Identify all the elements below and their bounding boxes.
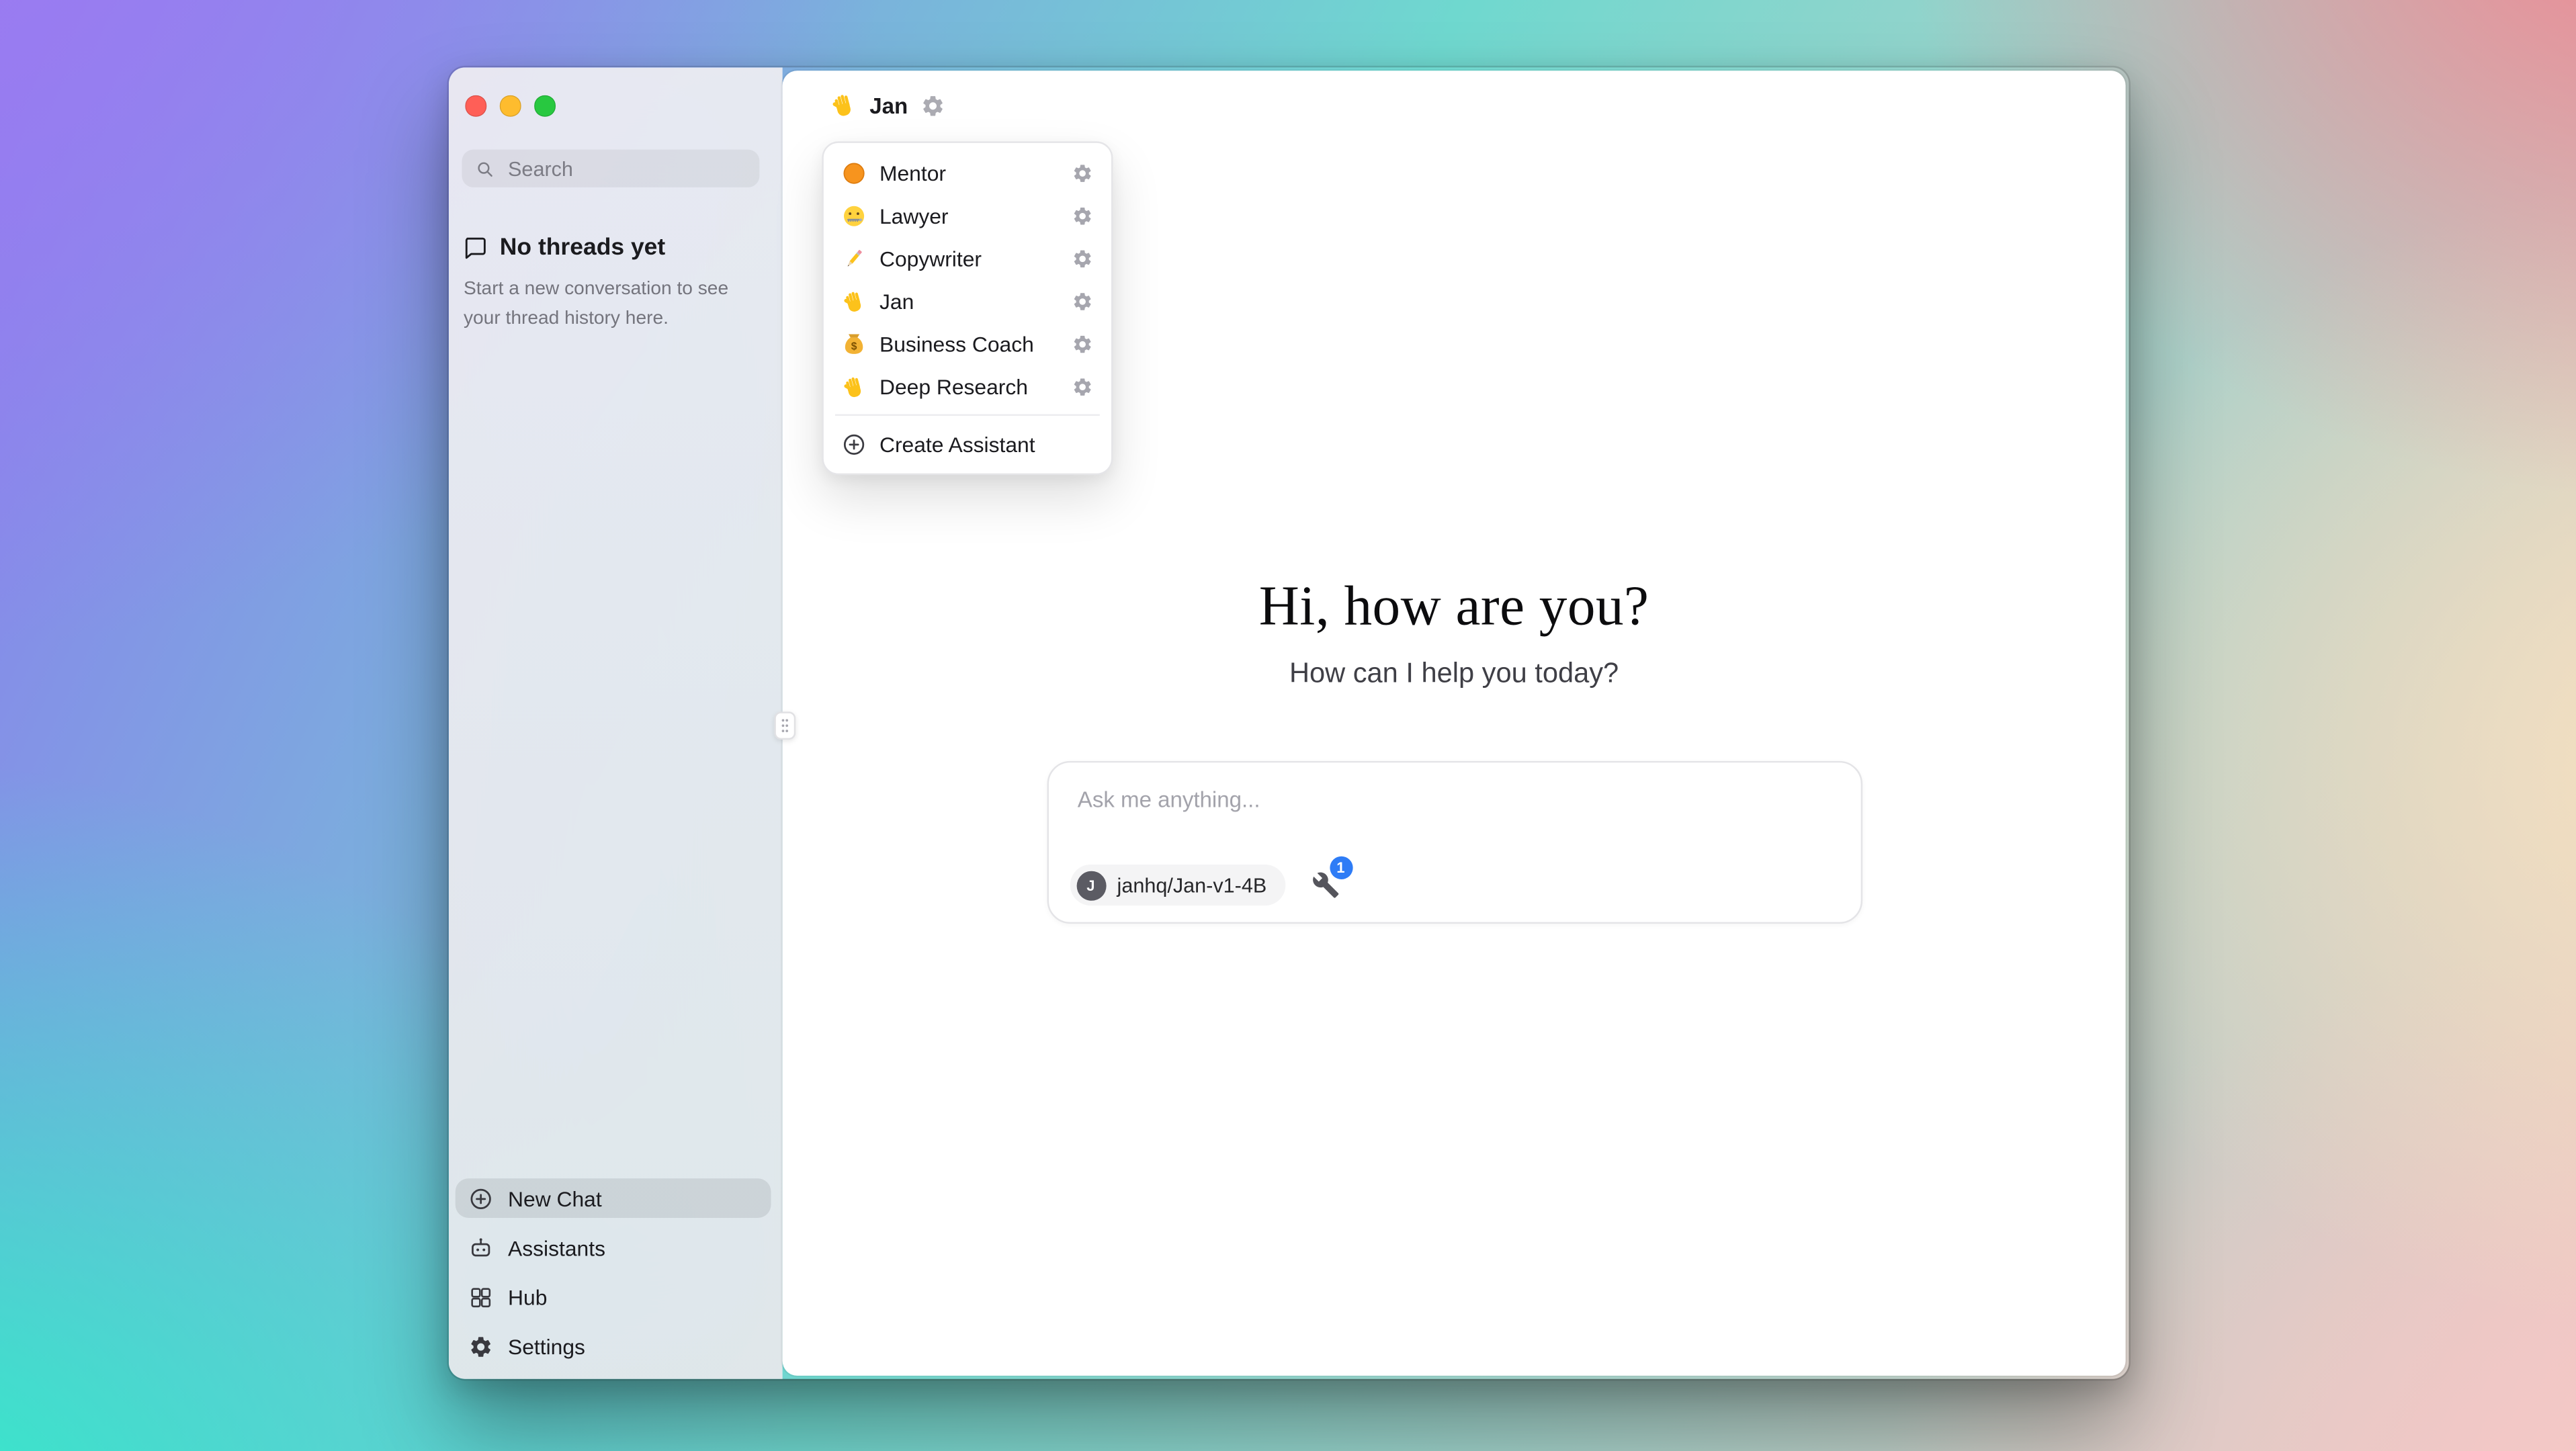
greeting-subtitle: How can I help you today? bbox=[783, 658, 2126, 691]
empty-state-description: Start a new conversation to see your thr… bbox=[464, 276, 746, 335]
zipper-face-emoji-icon bbox=[842, 203, 867, 228]
assistant-label: Mentor bbox=[879, 161, 1059, 185]
assistant-edit-gear-icon[interactable] bbox=[1072, 376, 1093, 397]
robot-icon bbox=[468, 1235, 493, 1260]
sidebar: No threads yet Start a new conversation … bbox=[449, 67, 783, 1378]
assistant-menu-item-deep-research[interactable]: Deep Research bbox=[832, 365, 1103, 408]
plus-circle-icon bbox=[842, 431, 867, 456]
assistant-edit-gear-icon[interactable] bbox=[1072, 333, 1093, 354]
nav-label: Hub bbox=[508, 1284, 547, 1309]
assistant-menu-item-mentor[interactable]: Mentor bbox=[832, 151, 1103, 194]
assistant-menu-item-business-coach[interactable]: Business Coach bbox=[832, 322, 1103, 365]
sidebar-item-settings[interactable]: Settings bbox=[456, 1326, 771, 1366]
close-window-button[interactable] bbox=[465, 95, 486, 116]
desktop-background: No threads yet Start a new conversation … bbox=[0, 0, 2576, 1451]
assistant-edit-gear-icon[interactable] bbox=[1072, 247, 1093, 269]
sidebar-resize-handle[interactable] bbox=[774, 711, 796, 740]
assistant-selector-button[interactable]: Jan bbox=[830, 92, 908, 118]
sidebar-item-hub[interactable]: Hub bbox=[456, 1277, 771, 1317]
assistant-edit-gear-icon[interactable] bbox=[1072, 205, 1093, 226]
model-avatar: J bbox=[1076, 871, 1105, 900]
menu-divider bbox=[835, 414, 1100, 416]
assistant-dropdown-menu: Mentor Lawyer Copywriter Jan bbox=[822, 141, 1113, 475]
plus-circle-icon bbox=[468, 1186, 493, 1211]
sidebar-nav: New Chat Assistants Hub Settings bbox=[456, 1178, 771, 1366]
assistant-label: Deep Research bbox=[879, 374, 1059, 399]
search-input[interactable] bbox=[505, 155, 746, 181]
model-selector-button[interactable]: J janhq/Jan-v1-4B bbox=[1070, 865, 1285, 906]
greeting-block: Hi, how are you? How can I help you toda… bbox=[783, 577, 2126, 691]
chat-bubble-icon bbox=[464, 236, 486, 259]
greeting-title: Hi, how are you? bbox=[783, 577, 2126, 640]
waving-hand-emoji-icon bbox=[842, 374, 867, 399]
zoom-window-button[interactable] bbox=[534, 95, 555, 116]
assistant-menu-item-copywriter[interactable]: Copywriter bbox=[832, 236, 1103, 279]
main-panel: Jan Mentor Lawyer bbox=[783, 71, 2126, 1376]
search-box[interactable] bbox=[462, 150, 760, 187]
sidebar-item-new-chat[interactable]: New Chat bbox=[456, 1178, 771, 1218]
message-input[interactable] bbox=[1074, 784, 1834, 853]
blocks-icon bbox=[468, 1284, 493, 1309]
sidebar-item-assistants[interactable]: Assistants bbox=[456, 1228, 771, 1268]
window-controls bbox=[465, 95, 554, 116]
nav-label: Assistants bbox=[508, 1235, 605, 1260]
waving-hand-emoji-icon bbox=[830, 92, 857, 118]
assistant-edit-gear-icon[interactable] bbox=[1072, 290, 1093, 312]
orange-circle-emoji-icon bbox=[842, 161, 867, 185]
threads-empty-state: No threads yet Start a new conversation … bbox=[464, 235, 746, 335]
assistant-menu-item-jan[interactable]: Jan bbox=[832, 279, 1103, 322]
assistant-label: Lawyer bbox=[879, 203, 1059, 228]
gear-icon bbox=[468, 1333, 493, 1358]
assistant-label: Business Coach bbox=[879, 331, 1059, 356]
minimize-window-button[interactable] bbox=[500, 95, 521, 116]
assistant-menu-item-lawyer[interactable]: Lawyer bbox=[832, 194, 1103, 237]
nav-label: New Chat bbox=[508, 1186, 602, 1211]
nav-label: Settings bbox=[508, 1333, 585, 1358]
current-assistant-name: Jan bbox=[869, 93, 908, 118]
waving-hand-emoji-icon bbox=[842, 288, 867, 313]
composer-toolbar: J janhq/Jan-v1-4B 1 bbox=[1070, 865, 1838, 906]
assistant-label: Jan bbox=[879, 288, 1059, 313]
assistant-label: Copywriter bbox=[879, 246, 1059, 271]
sidebar-toggle-button[interactable] bbox=[738, 92, 767, 120]
app-window: No threads yet Start a new conversation … bbox=[449, 67, 2129, 1378]
create-assistant-button[interactable]: Create Assistant bbox=[832, 423, 1103, 466]
empty-state-title: No threads yet bbox=[500, 235, 665, 261]
gear-icon bbox=[921, 93, 946, 118]
assistant-settings-button[interactable] bbox=[921, 93, 946, 118]
composer: J janhq/Jan-v1-4B 1 bbox=[1046, 761, 1862, 924]
money-bag-emoji-icon bbox=[842, 331, 867, 356]
create-assistant-label: Create Assistant bbox=[879, 431, 1093, 456]
tools-count-badge: 1 bbox=[1329, 856, 1352, 879]
tools-button[interactable]: 1 bbox=[1311, 871, 1339, 899]
grip-dots-icon bbox=[779, 717, 791, 735]
assistant-edit-gear-icon[interactable] bbox=[1072, 162, 1093, 183]
search-icon bbox=[475, 159, 495, 178]
chat-titlebar: Jan bbox=[783, 71, 2126, 140]
pencil-emoji-icon bbox=[842, 246, 867, 271]
model-name: janhq/Jan-v1-4B bbox=[1117, 873, 1267, 896]
